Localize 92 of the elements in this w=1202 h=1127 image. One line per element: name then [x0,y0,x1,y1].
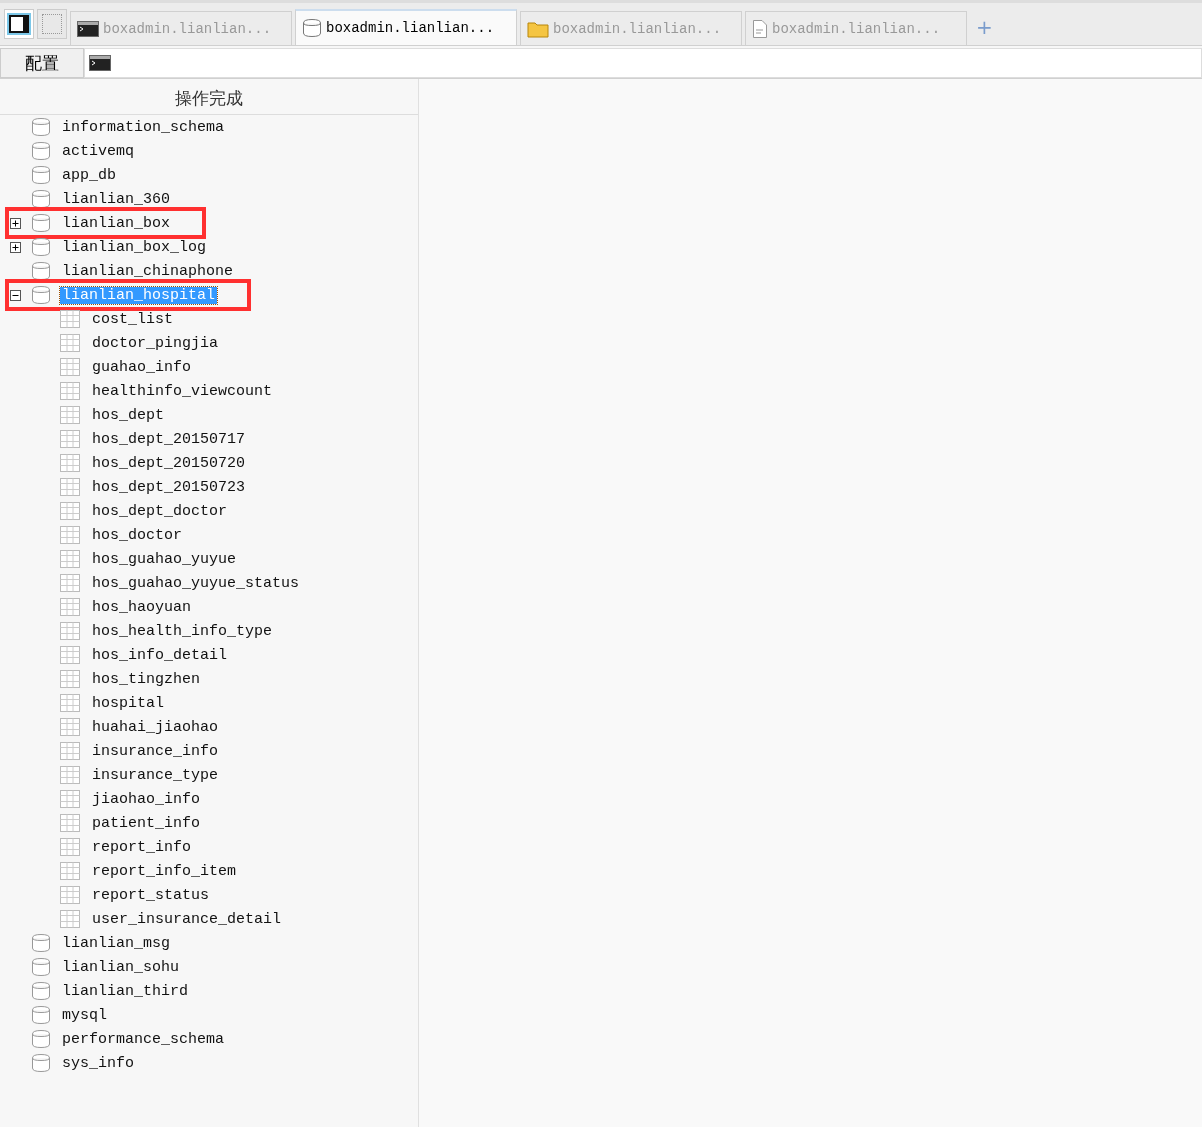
status-message: 操作完成 [175,87,243,110]
tree-item[interactable]: patient_info [90,814,203,832]
tree-item[interactable]: hospital [90,694,166,712]
tree-item[interactable]: hos_dept [90,406,166,424]
tree-item[interactable]: hos_doctor [90,526,184,544]
table-icon [60,646,80,664]
table-icon [60,862,80,880]
tree-item[interactable]: sys_info [60,1054,136,1072]
tree-item[interactable]: activemq [60,142,136,160]
table-icon [60,790,80,808]
tree-item[interactable]: hos_health_info_type [90,622,275,640]
database-icon [31,1029,51,1049]
table-icon [60,406,80,424]
table-icon [60,838,80,856]
tree-item[interactable]: guahao_info [90,358,194,376]
config-button[interactable]: 配置 [0,48,84,78]
folder-icon [527,19,549,38]
table-icon [60,478,80,496]
tree-item[interactable]: lianlian_msg [60,934,173,952]
table-icon [60,814,80,832]
database-icon [31,1005,51,1025]
table-icon [60,766,80,784]
tree-item[interactable]: jiaohao_info [90,790,203,808]
tree-item[interactable]: hos_tingzhen [90,670,203,688]
table-icon [60,310,80,328]
database-icon [31,261,51,281]
table-icon [60,742,80,760]
tree-item[interactable]: hos_dept_20150723 [90,478,248,496]
tree-item[interactable]: insurance_info [90,742,221,760]
tree-item[interactable]: cost_list [90,310,175,328]
table-icon [60,430,80,448]
tab[interactable]: boxadmin.lianlian... [295,9,517,45]
table-icon [60,718,80,736]
collapse-icon[interactable] [9,289,21,301]
table-icon [60,454,80,472]
tree-item[interactable]: hos_dept_20150717 [90,430,248,448]
database-icon [31,285,51,305]
database-icon [31,189,51,209]
table-icon [60,502,80,520]
tree-item[interactable]: hos_guahao_yuyue [90,550,239,568]
table-icon [60,334,80,352]
database-icon [31,981,51,1001]
expand-icon[interactable] [9,217,21,229]
database-icon [31,117,51,137]
database-icon [31,933,51,953]
expand-icon[interactable] [9,241,21,253]
tree-item[interactable]: huahai_jiaohao [90,718,221,736]
tree-item[interactable]: lianlian_third [60,982,191,1000]
terminal-icon [89,55,111,71]
database-icon [31,957,51,977]
tree-item[interactable]: lianlian_chinaphone [60,262,236,280]
tree-item[interactable]: report_status [90,886,212,904]
table-icon [60,694,80,712]
tree-item[interactable]: healthinfo_viewcount [90,382,275,400]
tree-item[interactable]: hos_info_detail [90,646,230,664]
table-icon [60,910,80,928]
table-icon [60,598,80,616]
tree-item[interactable]: lianlian_box_log [60,238,209,256]
database-icon [31,165,51,185]
command-field[interactable] [84,48,1202,78]
tree-item[interactable]: report_info_item [90,862,239,880]
database-icon [31,237,51,257]
tree-item[interactable]: app_db [60,166,118,184]
tree-item[interactable]: hos_dept_doctor [90,502,230,520]
table-icon [60,382,80,400]
tree-item[interactable]: information_schema [60,118,227,136]
table-icon [60,550,80,568]
table-icon [60,526,80,544]
tree-item[interactable]: lianlian_360 [60,190,173,208]
terminal-icon [77,20,99,37]
table-icon [60,622,80,640]
tree-item[interactable]: insurance_type [90,766,221,784]
panel-toggle-button[interactable] [4,9,34,39]
tree-item[interactable]: hos_dept_20150720 [90,454,248,472]
tree-item[interactable]: hos_haoyuan [90,598,194,616]
database-icon [31,141,51,161]
document-icon [752,18,768,39]
tree-item[interactable]: hos_guahao_yuyue_status [90,574,302,592]
tree-item[interactable]: lianlian_sohu [60,958,182,976]
tree-item[interactable]: report_info [90,838,194,856]
table-icon [60,358,80,376]
tree-item[interactable]: user_insurance_detail [90,910,284,928]
table-icon [60,574,80,592]
tree-item[interactable]: performance_schema [60,1030,227,1048]
tree-item[interactable]: doctor_pingjia [90,334,221,352]
tree-item[interactable]: mysql [60,1006,109,1024]
table-icon [60,670,80,688]
database-icon [31,213,51,233]
tree-item[interactable]: lianlian_box [60,214,173,232]
database-icon [31,1053,51,1073]
database-icon [302,18,322,38]
table-icon [60,886,80,904]
